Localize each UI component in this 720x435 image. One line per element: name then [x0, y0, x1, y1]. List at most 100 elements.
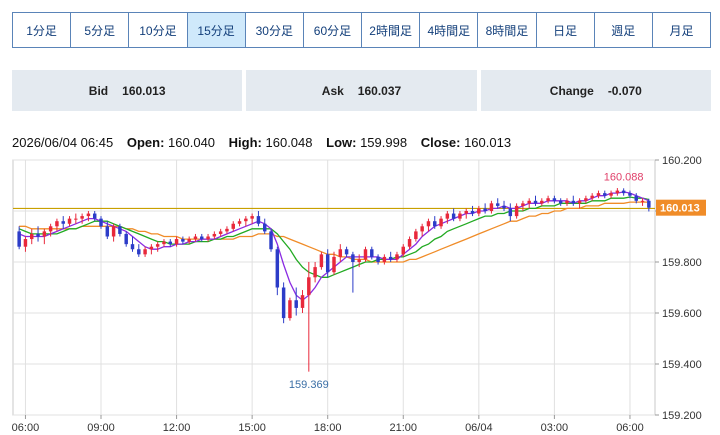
high-value: 160.048 — [265, 135, 313, 150]
x-tick-label: 12:00 — [163, 422, 191, 434]
close-label: Close: — [420, 135, 461, 150]
plot-area — [12, 159, 656, 416]
tab-timeframe[interactable]: 4時間足 — [420, 13, 479, 47]
low-value: 159.998 — [360, 135, 408, 150]
candle-body — [540, 200, 544, 204]
candle-body — [206, 236, 210, 240]
candle-body — [80, 216, 84, 219]
y-tick-label: 159.800 — [662, 257, 702, 269]
candle-body — [495, 203, 500, 206]
candle-body — [388, 256, 393, 260]
tab-timeframe[interactable]: 5分足 — [71, 13, 130, 47]
candle-body — [307, 277, 311, 296]
candle-body — [609, 193, 613, 196]
candle-body — [137, 249, 141, 255]
candle-body — [464, 211, 468, 214]
candle-body — [357, 259, 361, 262]
change-box: Change -0.070 — [480, 70, 711, 111]
y-tick-label: 160.200 — [662, 155, 702, 167]
candle-body — [552, 198, 557, 201]
candle-body — [577, 200, 582, 204]
candle-body — [603, 193, 607, 196]
candle-body — [168, 241, 173, 245]
tab-timeframe[interactable]: 30分足 — [245, 13, 304, 47]
candle-body — [401, 246, 405, 255]
price-chart[interactable]: 160.200160.000159.800159.600159.400159.2… — [0, 155, 720, 435]
x-tick-label: 03:00 — [541, 422, 569, 434]
candle-body — [23, 239, 28, 247]
candle-body — [74, 218, 78, 220]
candle-body — [458, 213, 462, 219]
ask-value: 160.037 — [357, 83, 402, 98]
bid-value: 160.013 — [122, 83, 166, 98]
candle-body — [313, 267, 317, 278]
candle-body — [338, 249, 343, 257]
change-label: Change — [549, 83, 594, 98]
y-tick-label: 159.200 — [662, 410, 702, 422]
candle-body — [546, 198, 550, 201]
candle-body — [130, 244, 135, 250]
low-label: Low: — [326, 135, 357, 150]
candle-body — [628, 193, 632, 196]
candle-body — [596, 193, 601, 196]
ohlc-readout: 2026/06/04 06:45 Open: 160.040 High: 160… — [12, 135, 511, 150]
candle-body — [351, 254, 355, 262]
x-tick-label: 06:00 — [12, 422, 40, 434]
candle-body — [439, 218, 443, 227]
tab-timeframe[interactable]: 8時間足 — [478, 13, 537, 47]
y-tick-label: 159.400 — [662, 359, 702, 371]
candle — [281, 282, 286, 324]
candle-body — [621, 190, 626, 194]
candle-body — [647, 200, 651, 208]
candle-body — [237, 221, 242, 224]
candle-body — [426, 221, 431, 227]
ohlc-datetime: 2026/06/04 06:45 — [12, 135, 114, 150]
candle-body — [181, 239, 185, 242]
candle-body — [155, 244, 160, 247]
ask-box: Ask 160.037 — [246, 70, 477, 111]
candle-body — [162, 241, 166, 245]
high-label: High: — [228, 135, 262, 150]
candle-body — [502, 205, 506, 209]
candle-body — [395, 254, 399, 260]
tab-timeframe[interactable]: 週足 — [594, 13, 653, 47]
y-tick-label: 159.600 — [662, 308, 702, 320]
candle-body — [445, 213, 450, 219]
candle-body — [105, 226, 110, 237]
candle-body — [634, 195, 638, 201]
tab-timeframe[interactable]: 日足 — [536, 13, 595, 47]
candle-body — [527, 200, 531, 204]
candle-body — [99, 218, 103, 227]
tab-timeframe[interactable]: 月足 — [652, 13, 711, 47]
candle-body — [244, 218, 248, 222]
candle-body — [275, 249, 280, 288]
candle-body — [187, 239, 191, 242]
candle-body — [193, 236, 198, 240]
tab-timeframe[interactable]: 15分足 — [187, 13, 246, 47]
candle — [319, 251, 324, 270]
candle-body — [558, 200, 563, 204]
candle-body — [269, 231, 273, 250]
candle-body — [143, 249, 147, 255]
candle-body — [483, 208, 487, 211]
candle — [288, 297, 292, 321]
tab-timeframe[interactable]: 10分足 — [129, 13, 188, 47]
candle-body — [92, 213, 97, 219]
tab-timeframe[interactable]: 60分足 — [303, 13, 363, 47]
candle-body — [514, 205, 519, 217]
candle-body — [218, 231, 223, 234]
change-value: -0.070 — [607, 83, 642, 98]
candle-body — [149, 246, 154, 250]
timeframe-tabs: 1分足 5分足 10分足 15分足 30分足 60分足 2時間足 4時間足 8時間足 日足 週足 月足 — [12, 12, 711, 48]
candle-body — [615, 190, 620, 194]
candle-body — [584, 198, 588, 201]
tab-timeframe[interactable]: 1分足 — [13, 13, 72, 47]
candle-body — [319, 254, 324, 268]
candle-body — [250, 216, 254, 219]
candle-body — [231, 223, 235, 229]
candle-body — [508, 208, 513, 217]
candle-body — [30, 233, 34, 240]
candle-body — [590, 195, 594, 199]
tab-timeframe[interactable]: 2時間足 — [362, 13, 421, 47]
candle-body — [67, 218, 72, 224]
